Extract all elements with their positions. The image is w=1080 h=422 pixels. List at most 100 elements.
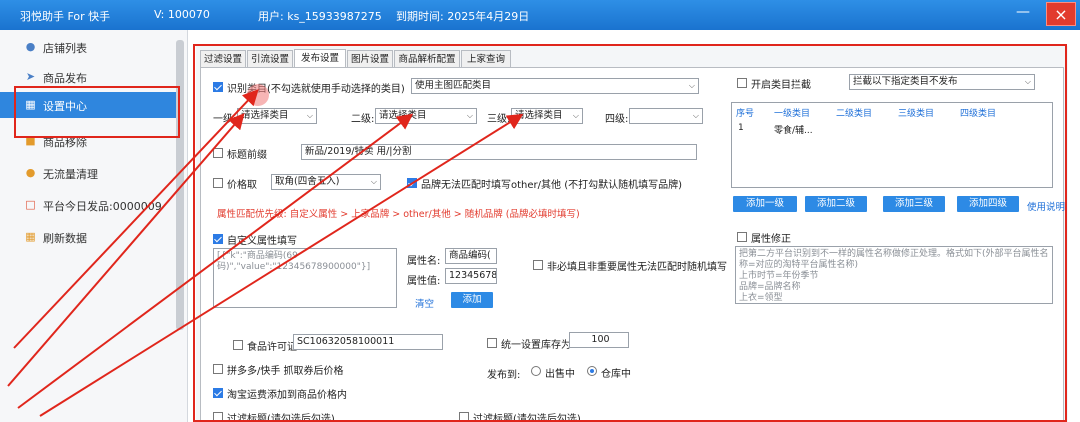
- non-required-checkbox[interactable]: [533, 260, 543, 270]
- attr-value-label: 属性值:: [407, 276, 441, 287]
- attr-value-input[interactable]: 1234567890: [445, 268, 497, 284]
- sidebar-item-today-count[interactable]: □ 平台今日发品:0000009: [0, 192, 180, 218]
- table-header: 二级类目: [836, 109, 873, 119]
- non-required-label: 非必填且非重要属性无法匹配时随机填写: [547, 262, 727, 273]
- title-bar: 羽悦助手 For 快手 V: 100070 用户: ks_15933987275…: [0, 0, 1080, 30]
- user-label: 用户: ks_15933987275: [258, 10, 382, 23]
- settings-icon: ▦: [25, 98, 36, 111]
- add-attr-button[interactable]: 添加: [451, 292, 493, 308]
- taobao-shipping-label: 淘宝运费添加到商品价格内: [227, 390, 347, 401]
- brand-fallback-label: 品牌无法匹配时填写other/其他 (不打勾默认随机填写品牌): [421, 180, 682, 191]
- level1-label: 一级:: [213, 114, 237, 125]
- sidebar-item-refresh[interactable]: ▦ 刷新数据: [0, 224, 180, 250]
- expire-label: 到期时间: 2025年4月29日: [396, 10, 530, 23]
- tab-traffic[interactable]: 引流设置: [247, 50, 293, 68]
- filter-a-checkbox[interactable]: [213, 412, 223, 422]
- send-icon: ➤: [25, 70, 36, 83]
- sidebar-item-shop-list[interactable]: ● 店铺列表: [0, 34, 180, 60]
- table-cell: 1: [738, 123, 744, 133]
- publish-option-warehouse-label: 仓库中: [601, 369, 631, 380]
- enable-filter-checkbox[interactable]: [737, 78, 747, 88]
- publish-option-selling-label: 出售中: [545, 369, 575, 380]
- chevron-down-icon: ⌵: [572, 111, 579, 120]
- publish-option-selling-radio[interactable]: [531, 366, 541, 376]
- identify-category-select[interactable]: 使用主图匹配类目 ⌵: [411, 78, 699, 94]
- clear-link[interactable]: 清空: [415, 296, 434, 310]
- price-checkbox[interactable]: [213, 178, 223, 188]
- level1-select[interactable]: 请选择类目 ⌵: [237, 108, 317, 124]
- refresh-icon: ▦: [25, 230, 36, 243]
- filter-b-checkbox[interactable]: [459, 412, 469, 422]
- level3-label: 三级:: [487, 114, 511, 125]
- level3-select[interactable]: 请选择类目 ⌵: [511, 108, 583, 124]
- table-cell: 零食/辅...: [774, 126, 813, 136]
- add-level3-button[interactable]: 添加三级: [883, 196, 945, 212]
- enable-filter-label: 开启类目拦截: [751, 80, 811, 91]
- custom-attr-checkbox[interactable]: [213, 234, 223, 244]
- title-prefix-input[interactable]: 新品/2019/特卖 用/|分割: [301, 144, 697, 160]
- category-filter-table[interactable]: 序号 一级类目 二级类目 三级类目 四级类目 1 零食/辅...: [731, 102, 1053, 188]
- attr-name-input[interactable]: 商品编码(: [445, 248, 497, 264]
- minimize-button[interactable]: —: [1014, 5, 1032, 23]
- unify-stock-input[interactable]: 100: [569, 332, 629, 348]
- title-prefix-label: 标题前缀: [227, 150, 267, 161]
- title-prefix-checkbox[interactable]: [213, 148, 223, 158]
- close-button[interactable]: ×: [1046, 2, 1076, 26]
- chevron-down-icon: ⌵: [306, 111, 313, 120]
- add-level4-button[interactable]: 添加四级: [957, 196, 1019, 212]
- level2-select[interactable]: 请选择类目 ⌵: [375, 108, 477, 124]
- chevron-down-icon: ⌵: [466, 111, 473, 120]
- sidebar-item-cleanup[interactable]: ● 无流量清理: [0, 160, 180, 186]
- sidebar-item-settings[interactable]: ▦ 设置中心: [0, 92, 180, 118]
- version-label: V: 100070: [154, 8, 210, 21]
- attr-fix-label: 属性修正: [751, 234, 791, 245]
- food-license-checkbox[interactable]: [233, 340, 243, 350]
- filter-b-label: 过滤标题(请勾选后勾选): [473, 414, 581, 422]
- filter-a-label: 过滤标题(请勾选后勾选): [227, 414, 335, 422]
- pdd-checkbox[interactable]: [213, 364, 223, 374]
- publish-option-warehouse-radio[interactable]: [587, 366, 597, 376]
- document-icon: □: [25, 198, 36, 211]
- tab-parse[interactable]: 商品解析配置: [394, 50, 460, 68]
- unify-stock-checkbox[interactable]: [487, 338, 497, 348]
- food-license-input[interactable]: SC10632058100011: [293, 334, 443, 350]
- chevron-down-icon: ⌵: [688, 81, 695, 90]
- filter-category-select[interactable]: 拦截以下指定类目不发布 ⌵: [849, 74, 1035, 90]
- price-select[interactable]: 取角(四舍五入) ⌵: [271, 174, 381, 190]
- tab-image[interactable]: 图片设置: [347, 50, 393, 68]
- publish-settings-panel: 识别类目(不勾选就使用手动选择的类目) 使用主图匹配类目 ⌵ 一级: 请选择类目 ⌵…: [200, 67, 1065, 422]
- level4-select[interactable]: ⌵: [629, 108, 703, 124]
- level4-label: 四级:: [605, 114, 629, 125]
- attr-fix-checkbox[interactable]: [737, 232, 747, 242]
- help-link[interactable]: 使用说明: [1027, 199, 1065, 213]
- chevron-down-icon: ⌵: [1024, 77, 1031, 86]
- attr-name-label: 属性名:: [407, 256, 441, 267]
- table-header: 一级类目: [774, 109, 811, 119]
- sidebar: ● 店铺列表 ➤ 商品发布 ▦ 设置中心 ■ 商品移除 ● 无流量清理 □ 平台…: [0, 30, 188, 422]
- add-level1-button[interactable]: 添加一级: [733, 196, 797, 212]
- price-label: 价格取: [227, 180, 257, 191]
- pdd-label: 拼多多/快手 抓取券后价格: [227, 366, 344, 377]
- chevron-down-icon: ⌵: [692, 111, 699, 120]
- tab-filter[interactable]: 过滤设置: [200, 50, 246, 68]
- food-license-label: 食品许可证: [247, 342, 297, 353]
- brand-fallback-checkbox[interactable]: [407, 178, 417, 188]
- custom-attr-label: 自定义属性填写: [227, 236, 297, 247]
- chevron-down-icon: ⌵: [370, 177, 377, 186]
- tab-supplier[interactable]: 上家查询: [461, 50, 511, 68]
- sidebar-scrollbar[interactable]: [176, 40, 184, 330]
- add-level2-button[interactable]: 添加二级: [805, 196, 867, 212]
- cursor-highlight-icon: [247, 84, 269, 106]
- attr-fix-textarea[interactable]: 把第二方平台识别到不一样的属性名称做修正处理。格式如下(外部平台属性名称=对应的…: [735, 246, 1053, 304]
- custom-attr-textarea[interactable]: [{"k":"商品编码(69码)","value":"1234567890000…: [213, 248, 397, 308]
- user-icon: ●: [25, 40, 36, 53]
- app-name: 羽悦助手 For 快手: [20, 10, 111, 23]
- identify-category-checkbox[interactable]: [213, 82, 223, 92]
- sidebar-item-remove[interactable]: ■ 商品移除: [0, 128, 180, 154]
- publish-to-label: 发布到:: [487, 370, 521, 381]
- tab-publish[interactable]: 发布设置: [294, 49, 346, 69]
- sidebar-item-publish[interactable]: ➤ 商品发布: [0, 64, 180, 90]
- broom-icon: ●: [25, 166, 36, 179]
- taobao-shipping-checkbox[interactable]: [213, 388, 223, 398]
- level2-label: 二级:: [351, 114, 375, 125]
